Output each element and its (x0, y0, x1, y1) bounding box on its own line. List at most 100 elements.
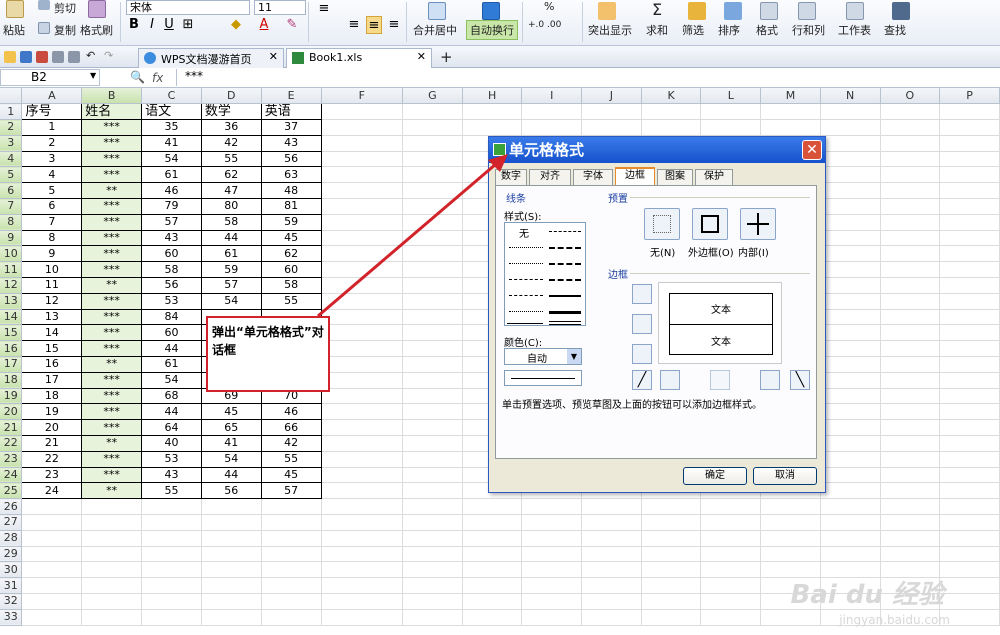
cell[interactable] (141, 546, 202, 563)
cell[interactable] (581, 514, 642, 531)
border-button[interactable]: ⊞ (180, 16, 196, 34)
cell[interactable]: *** (81, 150, 143, 168)
wrap-text-button[interactable]: 自动换行 (466, 20, 518, 40)
cell[interactable] (760, 514, 821, 531)
column-header[interactable]: E (261, 88, 322, 105)
cell[interactable] (641, 103, 702, 121)
cell[interactable]: 58 (141, 261, 202, 279)
cell[interactable]: 56 (200, 482, 262, 500)
bold-button[interactable]: B (126, 16, 142, 34)
cell[interactable] (820, 482, 881, 500)
column-header[interactable]: O (880, 88, 941, 105)
cell[interactable] (402, 435, 463, 452)
cell[interactable]: 59 (260, 213, 322, 231)
cell[interactable] (581, 577, 642, 594)
cell[interactable]: 43 (260, 134, 322, 152)
cell[interactable] (939, 261, 1000, 279)
highlight-button[interactable]: 突出显示 (588, 22, 632, 38)
cell[interactable] (939, 198, 1000, 215)
merge-center-button[interactable]: 合并居中 (413, 22, 457, 38)
column-header[interactable]: J (581, 88, 642, 105)
cell[interactable] (141, 577, 202, 594)
format-painter-icon[interactable] (88, 0, 106, 18)
name-box-dropdown-icon[interactable]: ▼ (90, 71, 96, 80)
cell[interactable] (641, 561, 702, 579)
cell[interactable]: 4 (21, 166, 83, 184)
cell[interactable]: 21 (21, 435, 83, 452)
line-style-dash-dot[interactable] (549, 231, 581, 232)
cell[interactable] (321, 135, 404, 152)
cell[interactable] (321, 245, 404, 263)
export-icon[interactable] (36, 51, 48, 63)
border-bottom-button[interactable] (632, 344, 652, 364)
cell[interactable] (462, 561, 523, 579)
cell[interactable] (641, 593, 702, 610)
line-style-dash[interactable] (549, 263, 581, 265)
row-header[interactable]: 26 (0, 498, 23, 516)
cell[interactable]: 20 (21, 419, 83, 437)
cell[interactable] (820, 546, 881, 563)
paste-icon[interactable] (6, 0, 24, 18)
cell[interactable]: *** (81, 166, 143, 184)
cell[interactable] (402, 530, 463, 547)
cell[interactable] (820, 309, 881, 326)
cell[interactable]: 61 (200, 245, 262, 263)
row-header[interactable]: 1 (0, 103, 23, 121)
cell[interactable]: 56 (260, 150, 322, 168)
cell[interactable]: 45 (260, 229, 322, 247)
cell[interactable]: 14 (21, 324, 83, 342)
cell[interactable] (760, 530, 821, 547)
cell[interactable] (261, 577, 322, 594)
redo-icon[interactable]: ↷ (104, 49, 113, 62)
cell[interactable] (939, 230, 1000, 247)
cell[interactable]: 序号 (21, 103, 83, 121)
row-header[interactable]: 21 (0, 419, 23, 437)
cell[interactable]: *** (81, 245, 143, 263)
cell[interactable]: 60 (141, 324, 202, 342)
cell[interactable] (402, 546, 463, 563)
cell[interactable] (880, 340, 941, 358)
cell[interactable] (820, 388, 881, 405)
cell[interactable] (402, 577, 463, 594)
column-header[interactable]: D (201, 88, 262, 105)
cell[interactable] (820, 261, 881, 279)
indent-icon[interactable]: ≡ (316, 0, 332, 18)
cell[interactable] (939, 166, 1000, 184)
cell[interactable]: 8 (21, 229, 83, 247)
wrap-text-icon[interactable] (482, 2, 500, 20)
preset-inside-button[interactable] (740, 208, 776, 240)
cell[interactable]: *** (81, 324, 143, 342)
column-header[interactable]: F (321, 88, 404, 105)
cell[interactable]: 3 (21, 150, 83, 168)
cell[interactable] (760, 498, 821, 516)
cell[interactable] (939, 293, 1000, 310)
cancel-button[interactable]: 取消 (753, 467, 817, 485)
cell[interactable] (880, 277, 941, 294)
clear-format-button[interactable]: ✎ (284, 16, 300, 34)
cell[interactable] (581, 593, 642, 610)
cell[interactable] (261, 514, 322, 531)
cell[interactable] (939, 514, 1000, 531)
cell[interactable] (462, 514, 523, 531)
cell[interactable] (880, 451, 941, 468)
cell[interactable] (402, 388, 463, 405)
cell[interactable] (81, 609, 143, 626)
cell[interactable] (641, 119, 702, 136)
column-header[interactable]: H (462, 88, 523, 105)
cell[interactable]: *** (81, 308, 143, 326)
cell[interactable] (700, 577, 762, 594)
cell[interactable] (820, 198, 881, 215)
cell[interactable] (700, 561, 762, 579)
cell[interactable] (321, 261, 404, 279)
align-left-button[interactable]: ≡ (346, 16, 362, 34)
cell[interactable] (939, 151, 1000, 168)
cell[interactable] (880, 166, 941, 184)
preset-outline-button[interactable] (692, 208, 728, 240)
cell[interactable] (402, 498, 463, 516)
cell[interactable] (820, 214, 881, 231)
cell[interactable] (402, 467, 463, 484)
cell[interactable] (321, 151, 404, 168)
cell[interactable] (402, 482, 463, 500)
align-center-button[interactable]: ≡ (366, 16, 382, 34)
cell[interactable] (939, 309, 1000, 326)
